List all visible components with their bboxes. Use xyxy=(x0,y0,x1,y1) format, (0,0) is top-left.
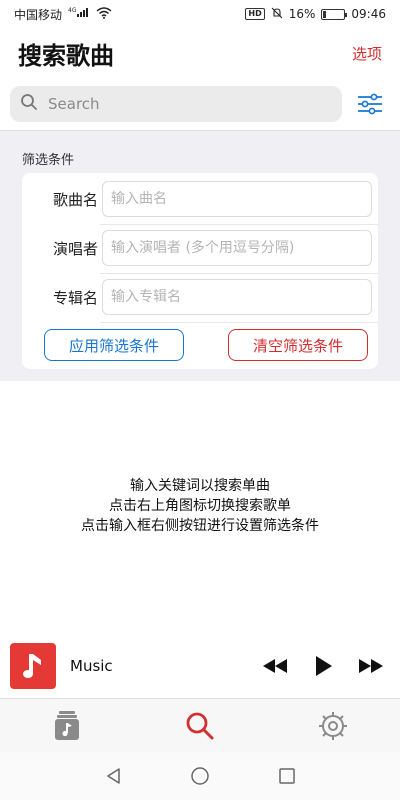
fast-forward-button[interactable] xyxy=(356,651,386,681)
network-type-label: 4G xyxy=(68,7,77,14)
battery-percent: 16% xyxy=(288,7,316,21)
artist-field[interactable] xyxy=(102,230,372,266)
tab-bar xyxy=(0,698,400,753)
back-button[interactable] xyxy=(93,756,133,796)
search-box[interactable] xyxy=(10,86,342,122)
home-circle-icon xyxy=(191,767,209,785)
rewind-button[interactable] xyxy=(260,651,290,681)
hint-line: 点击右上角图标切换搜索歌单 xyxy=(109,498,291,514)
hd-icon: HD xyxy=(245,8,265,20)
wifi-icon xyxy=(96,6,112,22)
system-nav-bar xyxy=(0,752,400,800)
apply-filter-button[interactable]: 应用筛选条件 xyxy=(44,329,184,361)
row-divider xyxy=(100,322,378,323)
carrier-label: 中国移动 xyxy=(14,7,63,22)
status-right: HD 16% 09:46 xyxy=(245,7,386,22)
song-name-field[interactable] xyxy=(102,181,372,217)
filter-card: 歌曲名 演唱者 专辑名 应用筛选条件 清空筛选条件 xyxy=(22,173,378,369)
home-button[interactable] xyxy=(180,756,220,796)
signal-icon: 4G xyxy=(68,7,90,21)
tab-settings[interactable] xyxy=(267,699,400,753)
field-row-album: 专辑名 xyxy=(22,273,378,321)
filter-panel: 筛选条件 歌曲名 演唱者 专辑名 应用筛选条件 清空筛选条件 xyxy=(0,130,400,381)
tab-search[interactable] xyxy=(133,699,266,753)
recents-square-icon xyxy=(278,768,295,784)
mute-icon xyxy=(271,7,283,22)
page-title: 搜索歌曲 xyxy=(18,41,114,70)
options-button[interactable]: 选项 xyxy=(352,43,382,64)
artist-label: 演唱者 xyxy=(52,239,98,258)
status-left: 中国移动 4G xyxy=(14,6,112,23)
music-library-icon xyxy=(54,711,79,740)
hint-line: 点击输入框右侧按钮进行设置筛选条件 xyxy=(81,518,319,534)
hint-line: 输入关键词以搜索单曲 xyxy=(130,478,270,494)
field-row-artist: 演唱者 xyxy=(22,224,378,272)
recents-button[interactable] xyxy=(267,756,307,796)
back-triangle-icon xyxy=(107,768,121,784)
album-art[interactable] xyxy=(10,643,56,689)
clock: 09:46 xyxy=(351,7,386,21)
clear-filter-button[interactable]: 清空筛选条件 xyxy=(228,329,368,361)
battery-icon xyxy=(321,8,348,20)
status-bar: 中国移动 4G HD 16% 09:46 xyxy=(0,0,400,28)
filter-toggle-button[interactable] xyxy=(350,86,390,122)
sliders-icon xyxy=(358,93,382,115)
rewind-icon xyxy=(263,659,287,673)
search-input[interactable] xyxy=(46,94,332,114)
field-row-song: 歌曲名 xyxy=(22,175,378,223)
song-name-label: 歌曲名 xyxy=(52,190,98,209)
filter-heading: 筛选条件 xyxy=(22,153,75,168)
fast-forward-icon xyxy=(359,659,383,673)
screen: 中国移动 4G HD 16% 09:46 搜索歌曲 选项 Search 筛选条件… xyxy=(0,0,400,800)
music-note-icon xyxy=(23,654,41,678)
search-icon xyxy=(186,712,214,740)
album-field[interactable] xyxy=(102,279,372,315)
player-controls xyxy=(260,651,390,681)
battery-fill xyxy=(323,10,327,18)
search-row xyxy=(0,84,400,124)
play-icon xyxy=(316,656,332,676)
app-header: 搜索歌曲 选项 xyxy=(0,28,400,78)
settings-gear-icon xyxy=(319,712,348,740)
album-label: 专辑名 xyxy=(52,288,98,307)
tab-library[interactable] xyxy=(0,699,133,753)
search-icon xyxy=(20,93,38,115)
track-title: Music xyxy=(70,657,113,675)
play-button[interactable] xyxy=(308,651,338,681)
mini-player[interactable]: Music xyxy=(0,638,400,694)
hint-text: 输入关键词以搜索单曲 点击右上角图标切换搜索歌单 点击输入框右侧按钮进行设置筛选… xyxy=(0,476,400,536)
